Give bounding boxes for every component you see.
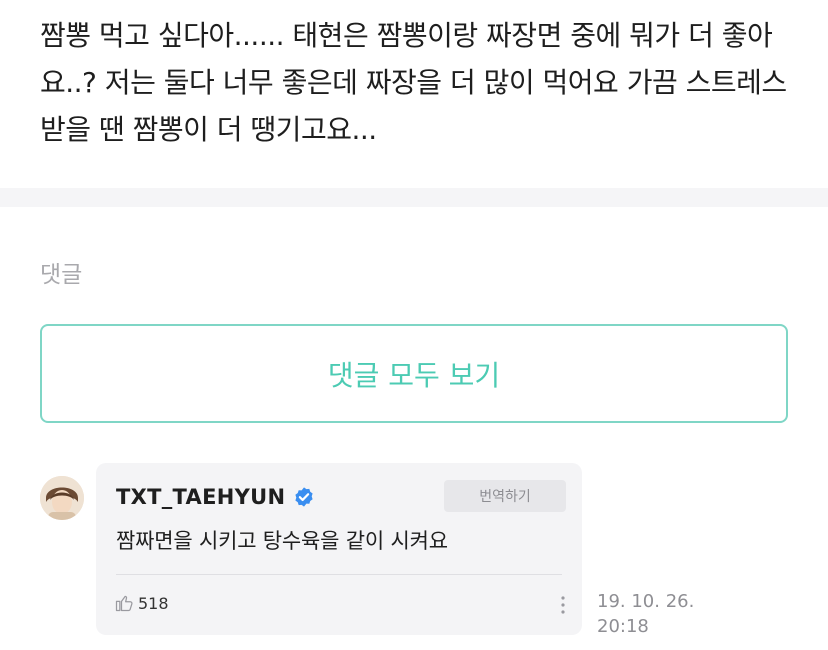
more-options-icon[interactable] [560,595,566,615]
comment-author-row: TXT_TAEHYUN [116,485,315,509]
verified-badge-icon [295,487,313,507]
avatar[interactable] [40,476,84,520]
post-body-text: 짬뽕 먹고 싶다아...... 태현은 짬뽕이랑 짜장면 중에 뭐가 더 좋아요… [40,19,787,146]
comment-card: TXT_TAEHYUN 번역하기 짬짜면을 시키고 탕수육을 같이 시켜요 51… [96,463,582,635]
comment-date: 19. 10. 26. [597,591,695,612]
section-divider [0,188,828,207]
comment-time: 20:18 [597,616,649,637]
comment-divider [116,574,562,575]
comment-timestamp: 19. 10. 26. 20:18 [597,589,717,639]
thumbs-up-icon [115,595,133,612]
like-count: 518 [138,593,169,613]
like-button[interactable]: 518 [114,593,169,613]
comment-author-name[interactable]: TXT_TAEHYUN [116,485,285,509]
view-all-comments-button[interactable]: 댓글 모두 보기 [40,324,788,423]
comment-text: 짬짜면을 시키고 탕수육을 같이 시켜요 [116,529,448,553]
comments-heading: 댓글 [40,262,83,288]
avatar-image [40,476,84,520]
translate-button[interactable]: 번역하기 [444,480,566,512]
